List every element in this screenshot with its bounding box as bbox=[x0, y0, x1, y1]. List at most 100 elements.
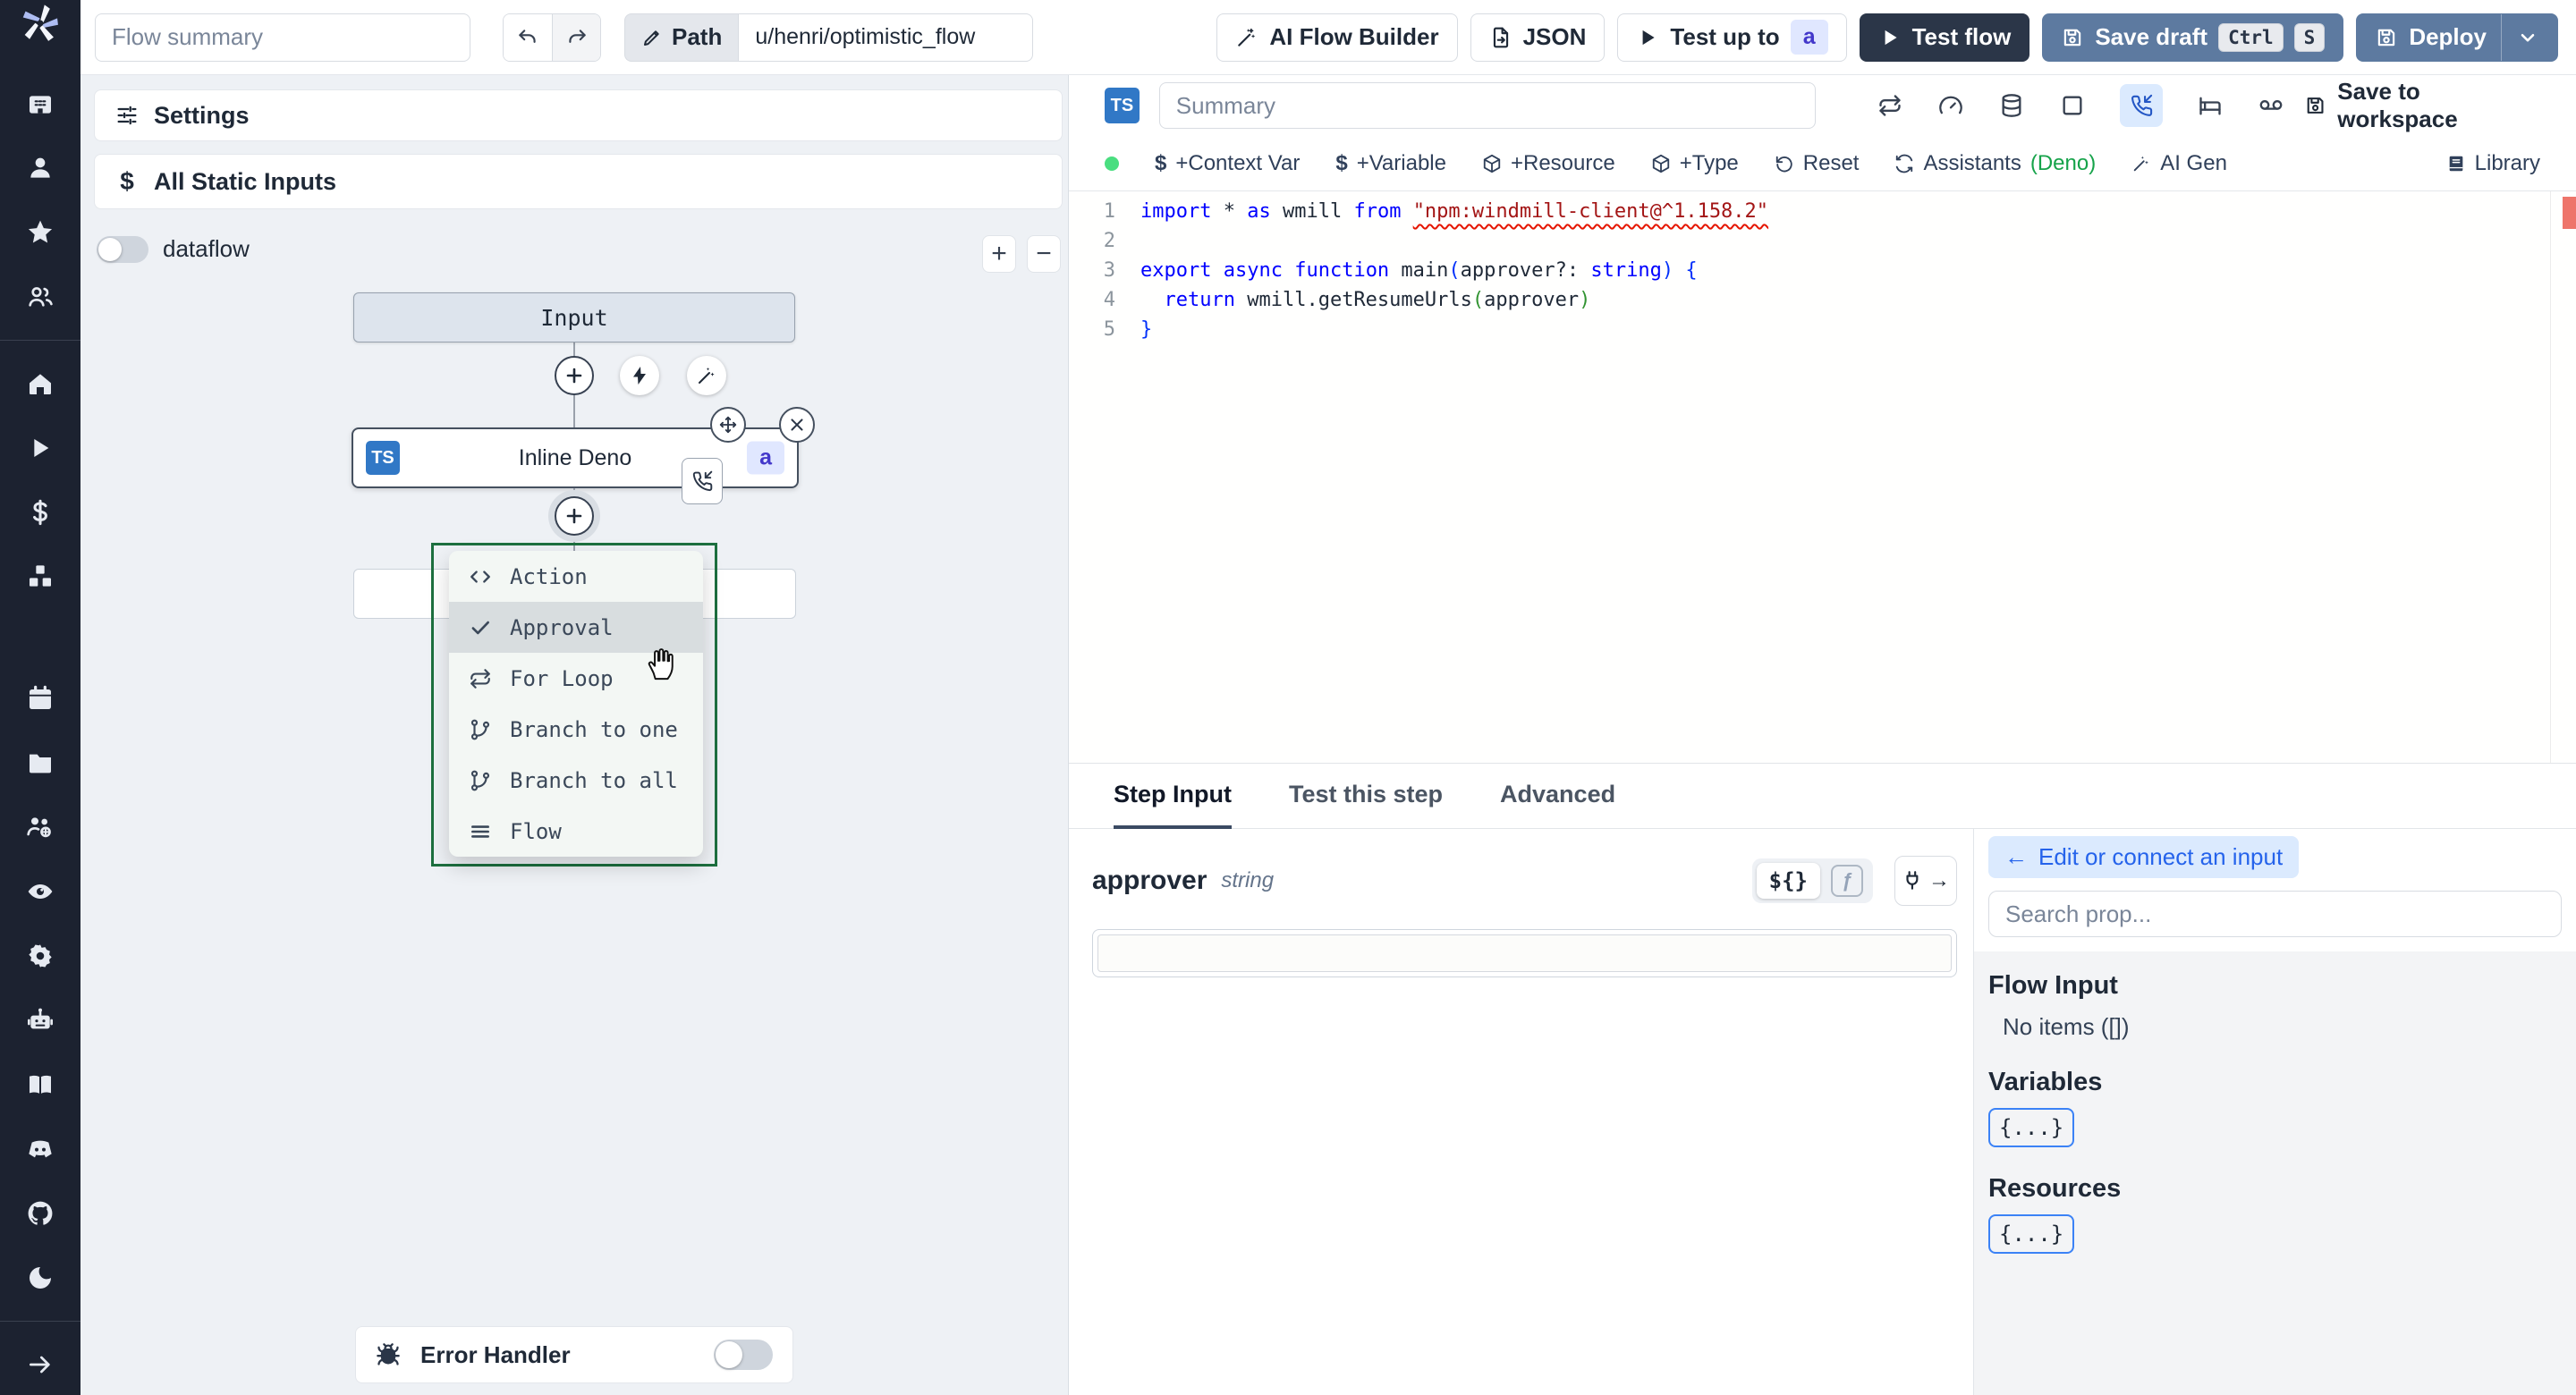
library-button[interactable]: Library bbox=[2446, 151, 2540, 176]
redo-button[interactable] bbox=[552, 13, 600, 61]
line-number: 3 bbox=[1103, 259, 1115, 282]
json-button[interactable]: JSON bbox=[1470, 13, 1606, 62]
sidebar-item-home[interactable] bbox=[21, 364, 60, 403]
retries-button[interactable] bbox=[1877, 92, 1903, 119]
tab-advanced[interactable]: Advanced bbox=[1500, 764, 1615, 829]
all-static-inputs-button[interactable]: $ All Static Inputs bbox=[94, 154, 1063, 209]
sidebar-item-users[interactable] bbox=[21, 277, 60, 317]
add-type-button[interactable]: +Type bbox=[1651, 151, 1739, 176]
suspend-approval-button[interactable] bbox=[2120, 84, 2164, 127]
deploy-divider bbox=[2501, 13, 2502, 61]
sidebar-item-groups[interactable] bbox=[21, 807, 60, 847]
sidebar-item-eye[interactable] bbox=[21, 872, 60, 911]
flow-input-node[interactable]: Input bbox=[353, 292, 795, 342]
editor-error-marker bbox=[2563, 197, 2576, 229]
sidebar-item-play[interactable] bbox=[21, 428, 60, 468]
sidebar-item-github[interactable] bbox=[21, 1194, 60, 1233]
undo-icon bbox=[519, 29, 536, 43]
sidebar-item-user[interactable] bbox=[21, 148, 60, 188]
sidebar-item-cubes[interactable] bbox=[21, 557, 60, 596]
menu-item-label: Flow bbox=[510, 818, 562, 844]
sidebar-item-moon[interactable] bbox=[21, 1258, 60, 1298]
resources-object-chip[interactable]: {...} bbox=[1988, 1214, 2075, 1254]
zoom-out-button[interactable]: − bbox=[1027, 235, 1061, 273]
trigger-button[interactable] bbox=[620, 356, 659, 395]
eye-icon bbox=[28, 884, 53, 899]
move-step-button[interactable] bbox=[710, 407, 746, 443]
sleep-button[interactable] bbox=[2197, 92, 2224, 119]
sidebar-item-gear[interactable] bbox=[21, 936, 60, 976]
menu-item-branch-to-one[interactable]: Branch to one bbox=[449, 704, 703, 755]
delete-step-button[interactable] bbox=[779, 407, 815, 443]
field-value-input[interactable] bbox=[1097, 934, 1952, 972]
app-sidebar bbox=[0, 0, 80, 1395]
play-icon bbox=[1885, 30, 1897, 45]
error-handler-toggle[interactable] bbox=[714, 1340, 773, 1370]
insert-step-button[interactable] bbox=[555, 356, 594, 395]
insert-step-below-button[interactable] bbox=[555, 496, 594, 536]
sidebar-item-dollar[interactable] bbox=[21, 493, 60, 532]
sidebar-item-folder[interactable] bbox=[21, 743, 60, 782]
editor-scrollbar[interactable] bbox=[2550, 191, 2551, 763]
code-editor[interactable]: 1 import * as wmill from "npm:windmill-cl… bbox=[1069, 191, 2576, 763]
early-stop-button[interactable] bbox=[1937, 92, 1964, 119]
ai-gen-button[interactable]: AI Gen bbox=[2131, 151, 2227, 176]
flow-summary-input[interactable] bbox=[95, 13, 470, 62]
variables-object-chip[interactable]: {...} bbox=[1988, 1108, 2075, 1147]
connect-input-button[interactable]: → bbox=[1894, 856, 1957, 906]
add-variable-button[interactable]: $ +Variable bbox=[1335, 151, 1446, 176]
test-flow-label: Test flow bbox=[1911, 23, 2012, 50]
path-input[interactable] bbox=[738, 13, 1034, 62]
dataflow-toggle[interactable] bbox=[97, 235, 148, 263]
tab-step-input[interactable]: Step Input bbox=[1114, 764, 1232, 829]
expr-mode-button[interactable]: ${} bbox=[1756, 863, 1820, 899]
tab-test-this-step[interactable]: Test this step bbox=[1289, 764, 1443, 829]
zoom-in-button[interactable]: + bbox=[982, 235, 1016, 273]
chevron-down-icon[interactable] bbox=[2516, 26, 2539, 49]
sidebar-item-arrow-right[interactable] bbox=[21, 1345, 60, 1384]
menu-item-action[interactable]: Action bbox=[449, 551, 703, 602]
save-draft-label: Save draft bbox=[2095, 23, 2208, 50]
reset-button[interactable]: Reset bbox=[1775, 151, 1859, 176]
menu-item-for-loop[interactable]: For Loop bbox=[449, 653, 703, 704]
ai-flow-builder-button[interactable]: AI Flow Builder bbox=[1216, 13, 1458, 62]
ai-suggest-button[interactable] bbox=[687, 356, 726, 395]
deploy-button[interactable]: Deploy bbox=[2356, 13, 2558, 62]
sidebar-item-calendar[interactable] bbox=[21, 679, 60, 718]
sidebar-item-robot[interactable] bbox=[21, 1001, 60, 1040]
menu-item-flow[interactable]: Flow bbox=[449, 806, 703, 857]
save-draft-button[interactable]: Save draft Ctrl S bbox=[2042, 13, 2344, 62]
windmill-logo[interactable] bbox=[0, 0, 80, 46]
arrow-right-icon: → bbox=[1928, 868, 1950, 892]
step-summary-input[interactable] bbox=[1158, 82, 1817, 129]
path-group: Path bbox=[624, 13, 1034, 62]
sidebar-item-workspace[interactable] bbox=[21, 84, 60, 123]
undo-button[interactable] bbox=[504, 13, 552, 61]
mock-button[interactable] bbox=[2059, 92, 2086, 119]
path-button[interactable]: Path bbox=[624, 13, 739, 62]
test-up-to-button[interactable]: Test up to a bbox=[1617, 13, 1847, 62]
sidebar-item-book[interactable] bbox=[21, 1065, 60, 1104]
test-flow-button[interactable]: Test flow bbox=[1859, 13, 2030, 62]
edit-or-connect-button[interactable]: ← Edit or connect an input bbox=[1988, 836, 2300, 878]
code-line: 5} bbox=[1069, 315, 2576, 344]
flow-settings-button[interactable]: Settings bbox=[94, 89, 1063, 141]
assistants-button[interactable]: Assistants (Deno) bbox=[1894, 151, 2096, 176]
sidebar-item-discord[interactable] bbox=[21, 1129, 60, 1169]
add-context-var-button[interactable]: $ +Context Var bbox=[1155, 151, 1300, 176]
menu-item-branch-to-all[interactable]: Branch to all bbox=[449, 755, 703, 806]
sidebar-item-star[interactable] bbox=[21, 213, 60, 252]
fn-mode-button[interactable]: ƒ bbox=[1831, 865, 1863, 897]
book-icon bbox=[30, 1075, 51, 1095]
test-up-to-step-badge[interactable]: a bbox=[1790, 20, 1828, 55]
concurrency-button[interactable] bbox=[2258, 92, 2284, 119]
suspend-approval-badge[interactable] bbox=[682, 458, 723, 504]
save-to-workspace-button[interactable]: Save to workspace bbox=[2304, 78, 2540, 133]
cache-button[interactable] bbox=[1998, 92, 2025, 119]
menu-item-approval[interactable]: Approval bbox=[449, 602, 703, 653]
add-resource-label: +Resource bbox=[1510, 150, 1615, 175]
add-resource-button[interactable]: +Resource bbox=[1482, 151, 1615, 176]
users-icon bbox=[29, 287, 53, 307]
search-prop-input[interactable] bbox=[1988, 891, 2562, 937]
dollar-icon bbox=[33, 499, 47, 526]
